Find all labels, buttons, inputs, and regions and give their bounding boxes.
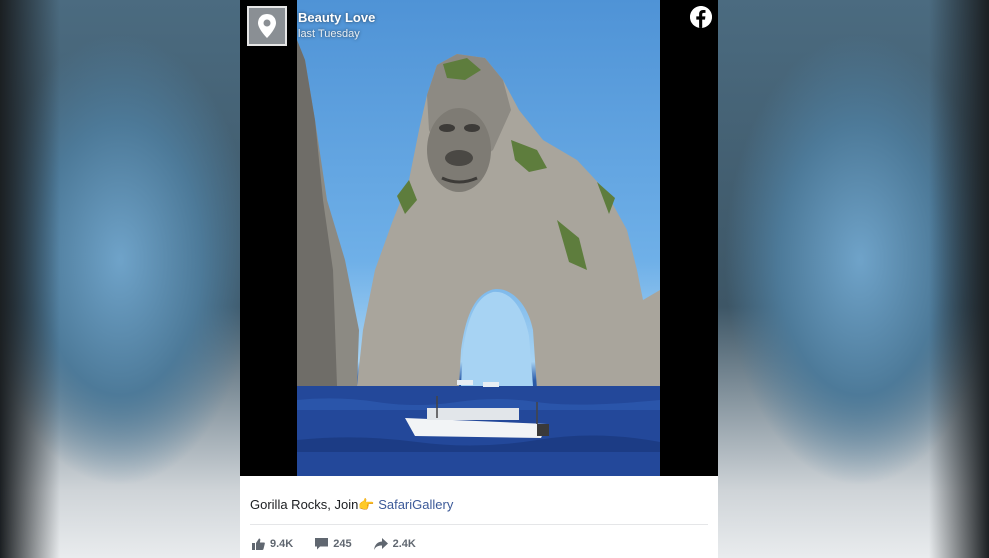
likes-stat[interactable]: 9.4K [252, 538, 293, 550]
engagement-stats: 9.4K 245 2.4K [252, 538, 416, 550]
likes-count: 9.4K [270, 538, 294, 550]
location-pin-icon [258, 14, 276, 38]
shares-stat[interactable]: 2.4K [373, 538, 416, 550]
facebook-icon[interactable] [690, 6, 712, 28]
caption-link[interactable]: SafariGallery [378, 497, 453, 512]
comments-stat[interactable]: 245 [315, 538, 352, 550]
photo-illustration [297, 40, 660, 476]
thumbs-up-icon [252, 538, 265, 550]
comment-icon [315, 538, 329, 550]
page-avatar[interactable] [247, 6, 287, 46]
pointing-hand-emoji: 👉 [358, 497, 375, 512]
background-shadow-right [929, 0, 989, 558]
post-media[interactable]: Beauty Love last Tuesday [240, 0, 718, 476]
divider [250, 524, 708, 525]
share-arrow-icon [373, 538, 388, 550]
shares-count: 2.4K [392, 538, 416, 550]
comments-count: 245 [333, 538, 352, 550]
post-timestamp[interactable]: last Tuesday [298, 28, 360, 40]
post-caption: Gorilla Rocks, Join👉 SafariGallery [250, 497, 453, 513]
page-name-link[interactable]: Beauty Love [298, 10, 375, 25]
facebook-logo [690, 6, 712, 28]
gorilla-rock-photo[interactable] [297, 0, 660, 476]
caption-text: Gorilla Rocks, Join [250, 497, 359, 512]
background-shadow-left [0, 0, 60, 558]
facebook-post-card: Beauty Love last Tuesday Gorilla Rocks, … [240, 0, 718, 558]
